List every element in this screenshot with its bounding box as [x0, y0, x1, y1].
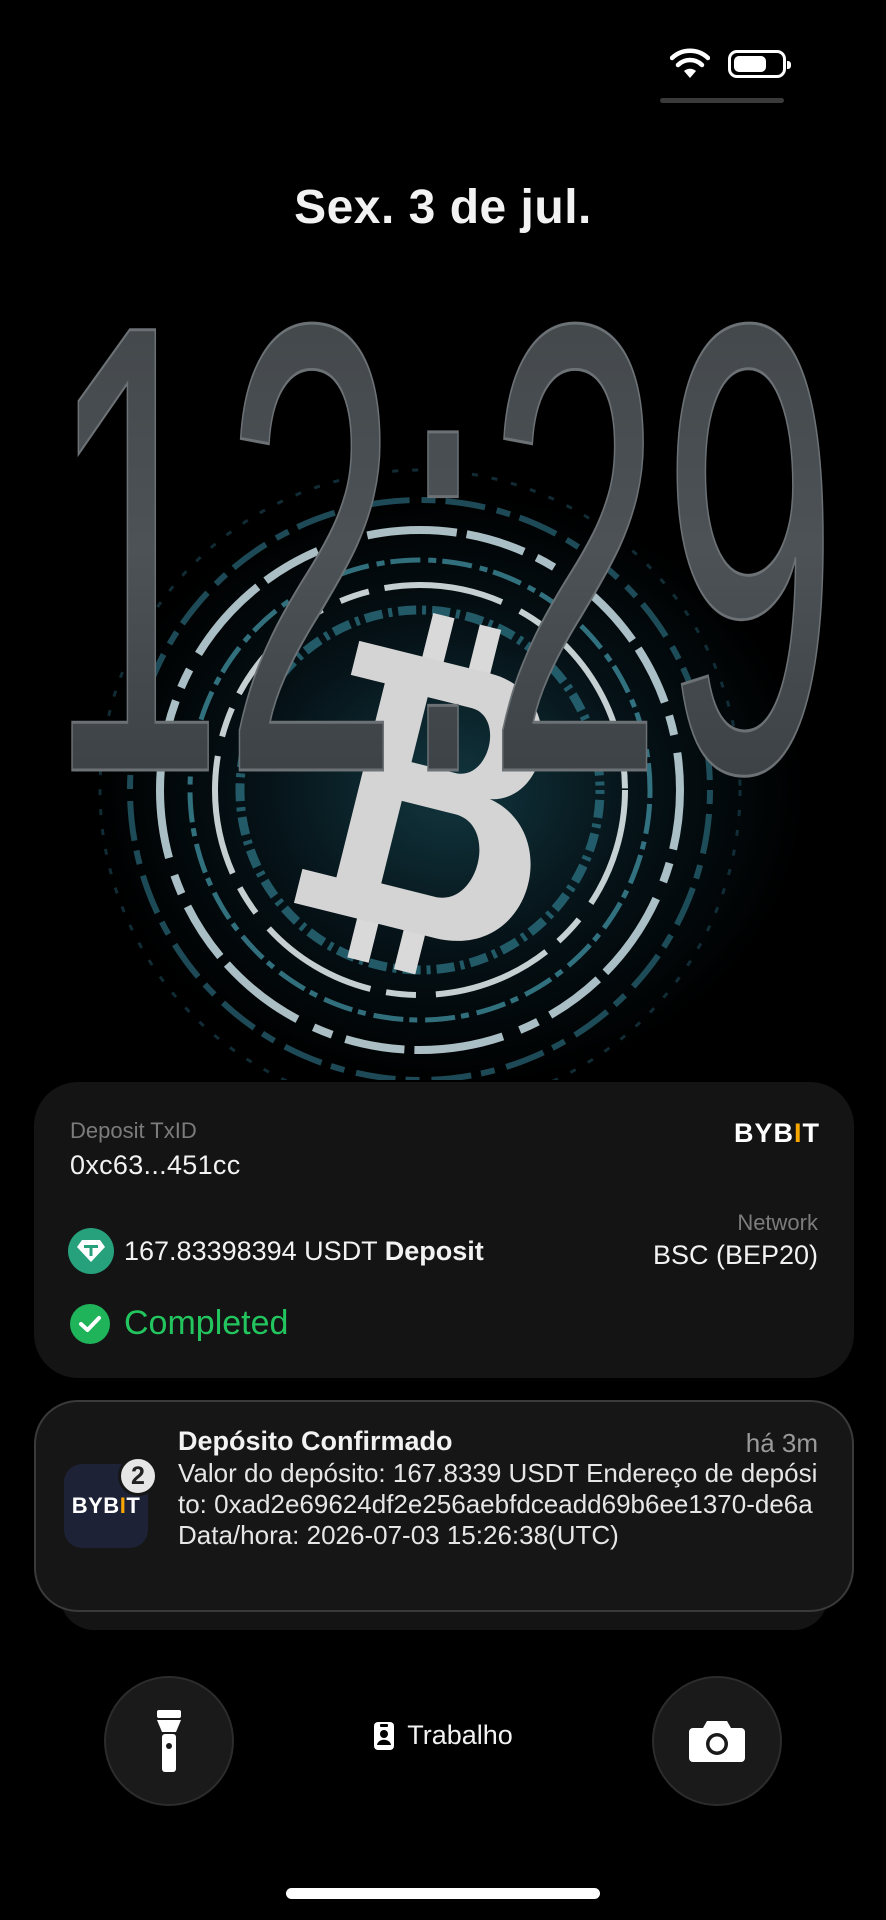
camera-button[interactable] [652, 1676, 782, 1806]
notification-count-badge: 2 [118, 1456, 158, 1496]
deposit-widget[interactable]: Deposit TxID 0xc63...451cc BYBIT 167.833… [34, 1082, 854, 1378]
status-completed: Completed [124, 1304, 289, 1342]
checkmark-icon [70, 1304, 110, 1344]
battery-icon [728, 50, 791, 78]
lockscreen-date: Sex. 3 de jul. [294, 181, 592, 234]
bybit-logo: BYBIT [733, 1118, 820, 1148]
network-label: Network [737, 1210, 818, 1235]
wifi-icon [670, 48, 710, 78]
lockscreen-clock: 12:29 [0, 230, 886, 790]
camera-icon [689, 1721, 745, 1762]
clock-time: 12:29 [48, 230, 838, 790]
status-bar [670, 48, 791, 80]
notification-title: Depósito Confirmado [178, 1426, 453, 1456]
battery-level [734, 56, 766, 72]
focus-label: Trabalho [407, 1720, 513, 1750]
txid-label: Deposit TxID [70, 1118, 197, 1143]
network-value: BSC (BEP20) [652, 1240, 818, 1270]
status-bar-divider [660, 98, 784, 103]
id-badge-icon [374, 1721, 395, 1750]
notification-body: Valor do depósito: 167.8339 USDT Endereç… [178, 1458, 818, 1550]
txid-value: 0xc63...451cc [70, 1150, 241, 1180]
notification-card[interactable]: BYB I T 2 Depósito Confirmado há 3m Valor … [34, 1400, 854, 1612]
home-indicator[interactable] [286, 1888, 600, 1899]
tether-icon [68, 1228, 114, 1274]
notification-time: há 3m [745, 1428, 818, 1458]
deposit-amount: 167.83398394 USDT Deposit [124, 1236, 484, 1266]
